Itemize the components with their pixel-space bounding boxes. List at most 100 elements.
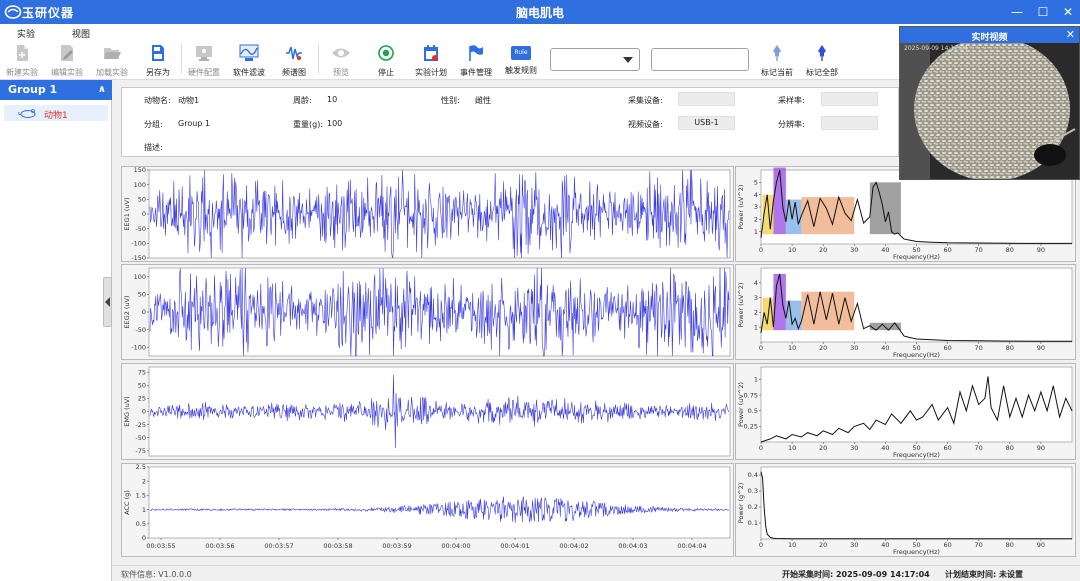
plan-end-time: 计划结束时间: 未设置 [945, 570, 1023, 579]
pin-all-icon [818, 45, 826, 61]
y-tick-label: 0.1 [748, 519, 758, 527]
y-tick-label: -25 [135, 421, 146, 429]
load-experiment-button[interactable]: 加载实验 [90, 42, 134, 78]
y-tick-label: 4 [754, 279, 758, 287]
y-tick-label: 0.3 [748, 487, 758, 495]
group-value: Group 1 [178, 119, 210, 128]
y-tick-label: 50 [138, 382, 146, 390]
x-axis-label: Frequency(Hz) [893, 351, 940, 359]
rule-icon: Rule [511, 46, 531, 60]
maximize-button[interactable]: ☐ [1030, 2, 1056, 22]
experiment-plan-button[interactable]: 实验计划 [409, 42, 453, 78]
mark-text-input[interactable] [651, 48, 749, 71]
stop-button[interactable]: 停止 [364, 42, 408, 78]
new-experiment-button[interactable]: 新建实验 [0, 42, 44, 78]
preview-button[interactable]: 预览 [319, 42, 363, 78]
toolbar-button-label: 另存为 [146, 68, 170, 77]
y-axis-label: EEG1 (uV) [123, 197, 131, 230]
sidebar-collapse-handle[interactable] [103, 277, 112, 327]
y-axis-label: Power (uV^2) [737, 382, 745, 427]
x-tick-label: 30 [850, 541, 858, 549]
y-tick-label: 0 [142, 408, 146, 416]
spectrum-panel-eeg2[interactable]: 0 10 20 30 40 50 60 70 80 90 1 2 3 4 Frequency(Hz) Powe… [735, 264, 1076, 360]
sample-rate-label: 采样率: [778, 96, 805, 105]
app-name: 玉研仪器 [22, 6, 75, 20]
y-tick-label: -50 [135, 326, 146, 334]
mouse-icon [18, 109, 36, 118]
y-tick-label: 1 [754, 323, 758, 331]
y-tick-label: -75 [135, 447, 146, 455]
y-tick-label: 0.5 [748, 407, 758, 415]
toolbar-button-label: 加载实验 [96, 68, 128, 77]
sidebar-item-animal[interactable]: 动物1 [4, 105, 108, 121]
toolbar-button-label: 事件管理 [460, 68, 492, 77]
mark-current-button[interactable]: 标记当前 [755, 42, 799, 78]
x-tick-label: 60 [943, 344, 951, 352]
age-label: 周龄: [293, 96, 312, 105]
group-label: 分组: [144, 120, 163, 129]
y-tick-label: 3 [754, 294, 758, 302]
mark-all-button[interactable]: 标记全部 [800, 42, 844, 78]
spectrum-button[interactable]: 频谱图 [272, 42, 316, 78]
spectrum-panel-acc[interactable]: 0 10 20 30 40 50 60 70 80 90 0.1 0.2 0.3 0.4 Frequency… [735, 463, 1076, 557]
animal-name-label: 动物名: [144, 96, 171, 105]
x-tick-label: 60 [943, 444, 951, 452]
trigger-rules-button[interactable]: Rule 触发规则 [499, 42, 543, 78]
x-tick-label: 00:03:59 [382, 542, 411, 550]
x-tick-label: 10 [788, 541, 796, 549]
edit-experiment-button[interactable]: 编辑实验 [45, 42, 89, 78]
x-tick-label: 90 [1037, 541, 1045, 549]
waveform-panel-acc[interactable]: 0 0.5 1 1.5 2 2.5 ACC (g) 00:03:55 00:03:56 00:03… [121, 463, 734, 557]
y-tick-label: 2 [142, 477, 146, 485]
toolbar-button-label: 编辑实验 [51, 68, 83, 77]
waveform-panel-eeg1[interactable]: -150 -100 -50 0 50 100 150 EEG1 (uV) [121, 166, 734, 262]
save-as-button[interactable]: 另存为 [136, 42, 180, 78]
group-header[interactable]: Group 1 ∧ [0, 80, 112, 100]
x-tick-label: 00:04:04 [677, 542, 706, 550]
channel-select[interactable] [550, 48, 640, 71]
hardware-icon [196, 46, 212, 61]
toolbar-button-label: 频谱图 [282, 68, 306, 77]
x-tick-label: 80 [1006, 541, 1014, 549]
x-tick-label: 10 [788, 246, 796, 254]
video-header: 实时视频 ✕ [900, 27, 1079, 43]
video-close-button[interactable]: ✕ [1066, 28, 1075, 41]
menu-experiment[interactable]: 实验 [17, 27, 35, 40]
filter-icon [239, 44, 259, 61]
y-tick-label: 75 [138, 368, 146, 376]
event-management-button[interactable]: 事件管理 [454, 42, 498, 78]
spectrum-chart: 0 10 20 30 40 50 60 70 80 900.250.50.751Frequency… [737, 366, 1073, 459]
minimize-button[interactable]: — [1004, 2, 1030, 22]
video-frame: 2025-09-09 14:17:04 [900, 43, 1079, 179]
y-axis-label: Power (uV^2) [737, 185, 745, 230]
video-device-value: USB-1 [678, 116, 735, 130]
y-tick-label: 1.5 [136, 492, 146, 500]
close-button[interactable]: ✕ [1055, 2, 1080, 22]
waveform-panel-eeg2[interactable]: -100 -50 0 50 100 EEG2 (uV) [121, 264, 734, 360]
calendar-icon [424, 45, 438, 61]
hardware-config-button[interactable]: 硬件配置 [182, 42, 226, 78]
eye-icon [332, 48, 350, 58]
animal-info-panel: 动物名: 动物1 周龄: 10 性别: 雌性 采集设备: 采样率: 分组: Gr… [121, 87, 899, 157]
x-tick-label: 20 [819, 541, 827, 549]
x-tick-label: 0 [759, 541, 763, 549]
spectrum-panel-eeg1[interactable]: 0 10 20 30 40 50 60 70 80 90 1 2 3 4 5 Frequency(Hz) Pow… [735, 166, 1076, 262]
y-tick-label: 2 [754, 216, 758, 224]
x-tick-label: 70 [975, 246, 983, 254]
acq-device-value [678, 92, 735, 106]
x-tick-label: 60 [943, 541, 951, 549]
save-as-icon [152, 45, 164, 61]
y-tick-label: 25 [138, 395, 146, 403]
x-tick-label: 00:04:02 [559, 542, 588, 550]
chevron-down-icon [623, 57, 633, 63]
x-tick-label: 10 [788, 344, 796, 352]
x-tick-label: 80 [1006, 246, 1014, 254]
y-tick-label: -100 [131, 240, 146, 248]
waveform-panel-emg[interactable]: -75 -50 -25 0 25 50 75 EMG (uV) [121, 363, 734, 460]
software-filter-button[interactable]: 软件滤波 [227, 42, 271, 78]
y-axis-label: EEG2 (uV) [123, 295, 131, 328]
x-tick-label: 00:03:56 [205, 542, 234, 550]
menu-view[interactable]: 视图 [72, 27, 90, 40]
spectrum-panel-emg[interactable]: 0 10 20 30 40 50 60 70 80 90 0.25 0.5 0.75 1 Frequency… [735, 363, 1076, 460]
y-tick-label: -100 [131, 343, 146, 351]
